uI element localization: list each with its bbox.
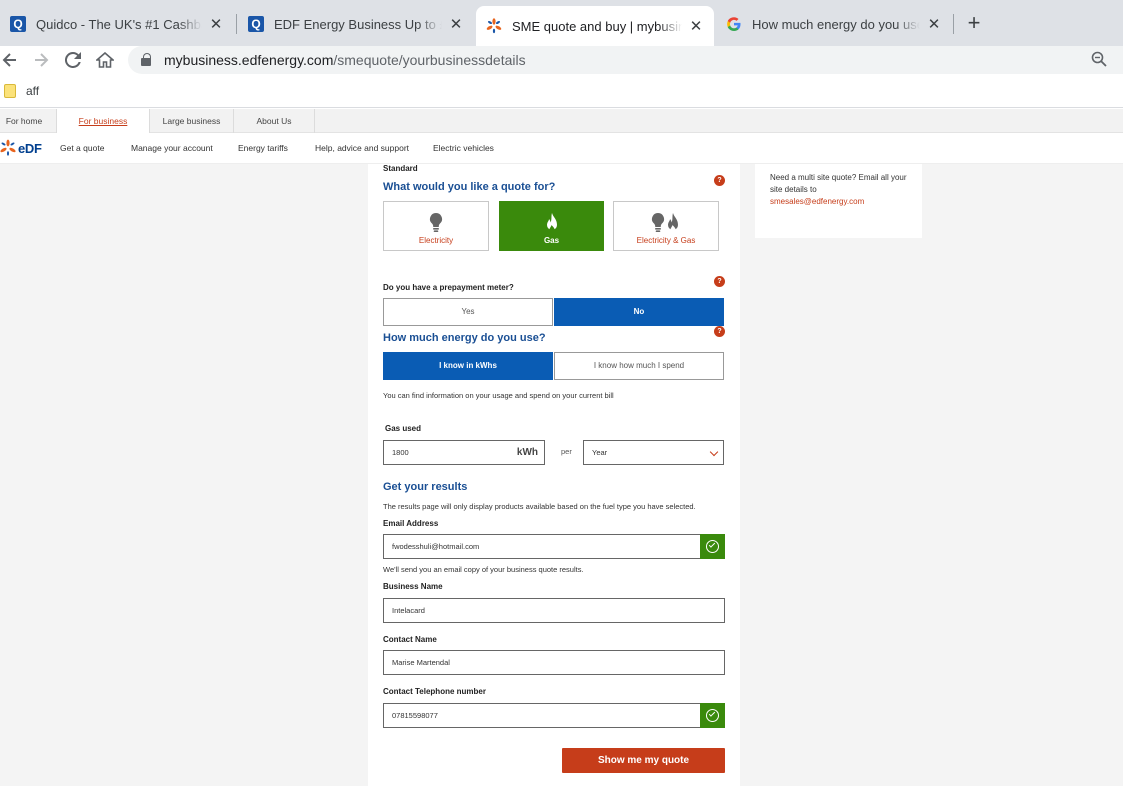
- quidco-favicon-icon: Q: [10, 16, 26, 32]
- flame-icon: [546, 213, 557, 232]
- fuel-option-label: Electricity: [418, 236, 454, 245]
- standard-label: Standard: [383, 164, 418, 173]
- phone-input[interactable]: 07815598077: [383, 703, 701, 728]
- help-icon[interactable]: ?: [714, 175, 725, 186]
- topnav-for-business[interactable]: For business: [57, 109, 149, 133]
- email-input[interactable]: fwodesshuli@hotmail.com: [383, 534, 701, 559]
- show-quote-button[interactable]: Show me my quote: [562, 748, 725, 773]
- bookmarks-bar: aff: [0, 74, 1123, 108]
- quote-for-heading: What would you like a quote for?: [383, 181, 556, 193]
- url-text: mybusiness.edfenergy.com/smequote/yourbu…: [164, 52, 526, 68]
- nav-get-a-quote[interactable]: Get a quote: [60, 143, 104, 153]
- browser-tab-google-search[interactable]: How much energy do you use? - Google Sea…: [716, 6, 952, 42]
- prepayment-no-button[interactable]: No: [554, 298, 724, 326]
- zoom-icon[interactable]: [1091, 51, 1107, 67]
- tab-title: EDF Energy Business Up to £150 Cashback: [274, 16, 442, 32]
- google-favicon-icon: [726, 16, 742, 32]
- multi-site-text: Need a multi site quote? Email all your …: [770, 173, 907, 194]
- fuel-option-label: Gas: [543, 236, 560, 245]
- results-heading: Get your results: [383, 481, 468, 493]
- back-arrow-icon[interactable]: [0, 46, 24, 74]
- nav-electric-vehicles[interactable]: Electric vehicles: [433, 143, 494, 153]
- forward-arrow-icon[interactable]: [27, 46, 55, 74]
- browser-tab-edf-cashback[interactable]: Q EDF Energy Business Up to £150 Cashbac…: [238, 6, 474, 42]
- usage-spend-button[interactable]: I know how much I spend: [554, 352, 724, 380]
- address-bar[interactable]: mybusiness.edfenergy.com/smequote/yourbu…: [128, 46, 1123, 74]
- usage-period-select[interactable]: Year: [583, 440, 724, 465]
- tab-title: How much energy do you use? - Google Sea…: [752, 16, 920, 32]
- sales-email-link[interactable]: smesales@edfenergy.com: [770, 196, 907, 208]
- fuel-option-gas[interactable]: Gas: [499, 201, 604, 251]
- business-name-label: Business Name: [383, 582, 443, 591]
- folder-icon: [4, 83, 16, 98]
- lock-icon: [141, 53, 151, 66]
- close-tab-icon[interactable]: ✕: [448, 15, 464, 33]
- browser-tab-quidco[interactable]: Q Quidco - The UK's #1 Cashback Site ✕: [0, 6, 234, 42]
- fuel-option-electricity[interactable]: Electricity: [383, 201, 489, 251]
- new-tab-plus-icon[interactable]: +: [962, 10, 986, 36]
- topnav-for-home[interactable]: For home: [0, 109, 48, 133]
- bookmark-folder-aff[interactable]: aff: [26, 84, 39, 98]
- chevron-down-icon: [709, 447, 719, 457]
- contact-name-input[interactable]: Marise Martendal: [383, 650, 725, 675]
- prepayment-yes-button[interactable]: Yes: [383, 298, 553, 326]
- close-tab-icon[interactable]: ✕: [208, 15, 224, 33]
- kwh-unit-label: kWh: [516, 447, 538, 458]
- contact-name-label: Contact Name: [383, 635, 437, 644]
- email-valid-check-icon: [700, 534, 725, 559]
- lightbulb-flame-icon: [651, 213, 678, 232]
- nav-help-advice[interactable]: Help, advice and support: [315, 143, 409, 153]
- topnav-about-us[interactable]: About Us: [234, 109, 314, 133]
- fuel-option-label: Electricity & Gas: [636, 236, 696, 245]
- browser-toolbar: mybusiness.edfenergy.com/smequote/yourbu…: [0, 46, 1123, 74]
- energy-usage-heading: How much energy do you use?: [383, 332, 546, 344]
- help-icon[interactable]: ?: [714, 326, 725, 337]
- edf-main-nav: eDF Get a quote Manage your account Ener…: [0, 133, 1123, 164]
- edf-logo-text: eDF: [18, 140, 42, 156]
- edf-logo[interactable]: eDF: [0, 139, 42, 157]
- gas-used-input[interactable]: 1800 kWh: [383, 440, 545, 465]
- per-label: per: [561, 447, 572, 456]
- tab-title: Quidco - The UK's #1 Cashback Site: [36, 16, 202, 32]
- nav-energy-tariffs[interactable]: Energy tariffs: [238, 143, 288, 153]
- quidco-favicon-icon: Q: [248, 16, 264, 32]
- edf-favicon-icon: [486, 18, 502, 34]
- tab-title: SME quote and buy | mybusiness.edfenergy…: [512, 18, 682, 34]
- browser-tab-sme-quote[interactable]: SME quote and buy | mybusiness.edfenergy…: [476, 6, 714, 46]
- browser-tab-bar: Q Quidco - The UK's #1 Cashback Site ✕ Q…: [0, 0, 1123, 46]
- phone-valid-check-icon: [700, 703, 725, 728]
- topnav-large-business[interactable]: Large business: [150, 109, 233, 133]
- edf-logo-icon: [0, 139, 16, 156]
- nav-manage-account[interactable]: Manage your account: [131, 143, 213, 153]
- help-icon[interactable]: ?: [714, 276, 725, 287]
- close-tab-icon[interactable]: ✕: [926, 15, 942, 33]
- multi-site-info-box: Need a multi site quote? Email all your …: [755, 164, 922, 238]
- usage-hint-text: You can find information on your usage a…: [383, 391, 614, 400]
- phone-label: Contact Telephone number: [383, 687, 486, 696]
- email-label: Email Address: [383, 519, 439, 528]
- lightbulb-icon: [429, 213, 443, 232]
- home-icon[interactable]: [91, 46, 119, 74]
- edf-top-nav: For home For business Large business Abo…: [0, 109, 1123, 133]
- results-note: The results page will only display produ…: [383, 502, 696, 511]
- prepayment-question: Do you have a prepayment meter?: [383, 283, 514, 292]
- usage-kwh-button[interactable]: I know in kWhs: [383, 352, 553, 380]
- gas-used-label: Gas used: [385, 424, 422, 433]
- reload-icon[interactable]: [59, 46, 87, 74]
- fuel-option-electricity-gas[interactable]: Electricity & Gas: [613, 201, 719, 251]
- email-note: We'll send you an email copy of your bus…: [383, 565, 584, 574]
- close-tab-icon[interactable]: ✕: [688, 17, 704, 35]
- business-name-input[interactable]: Intelacard: [383, 598, 725, 623]
